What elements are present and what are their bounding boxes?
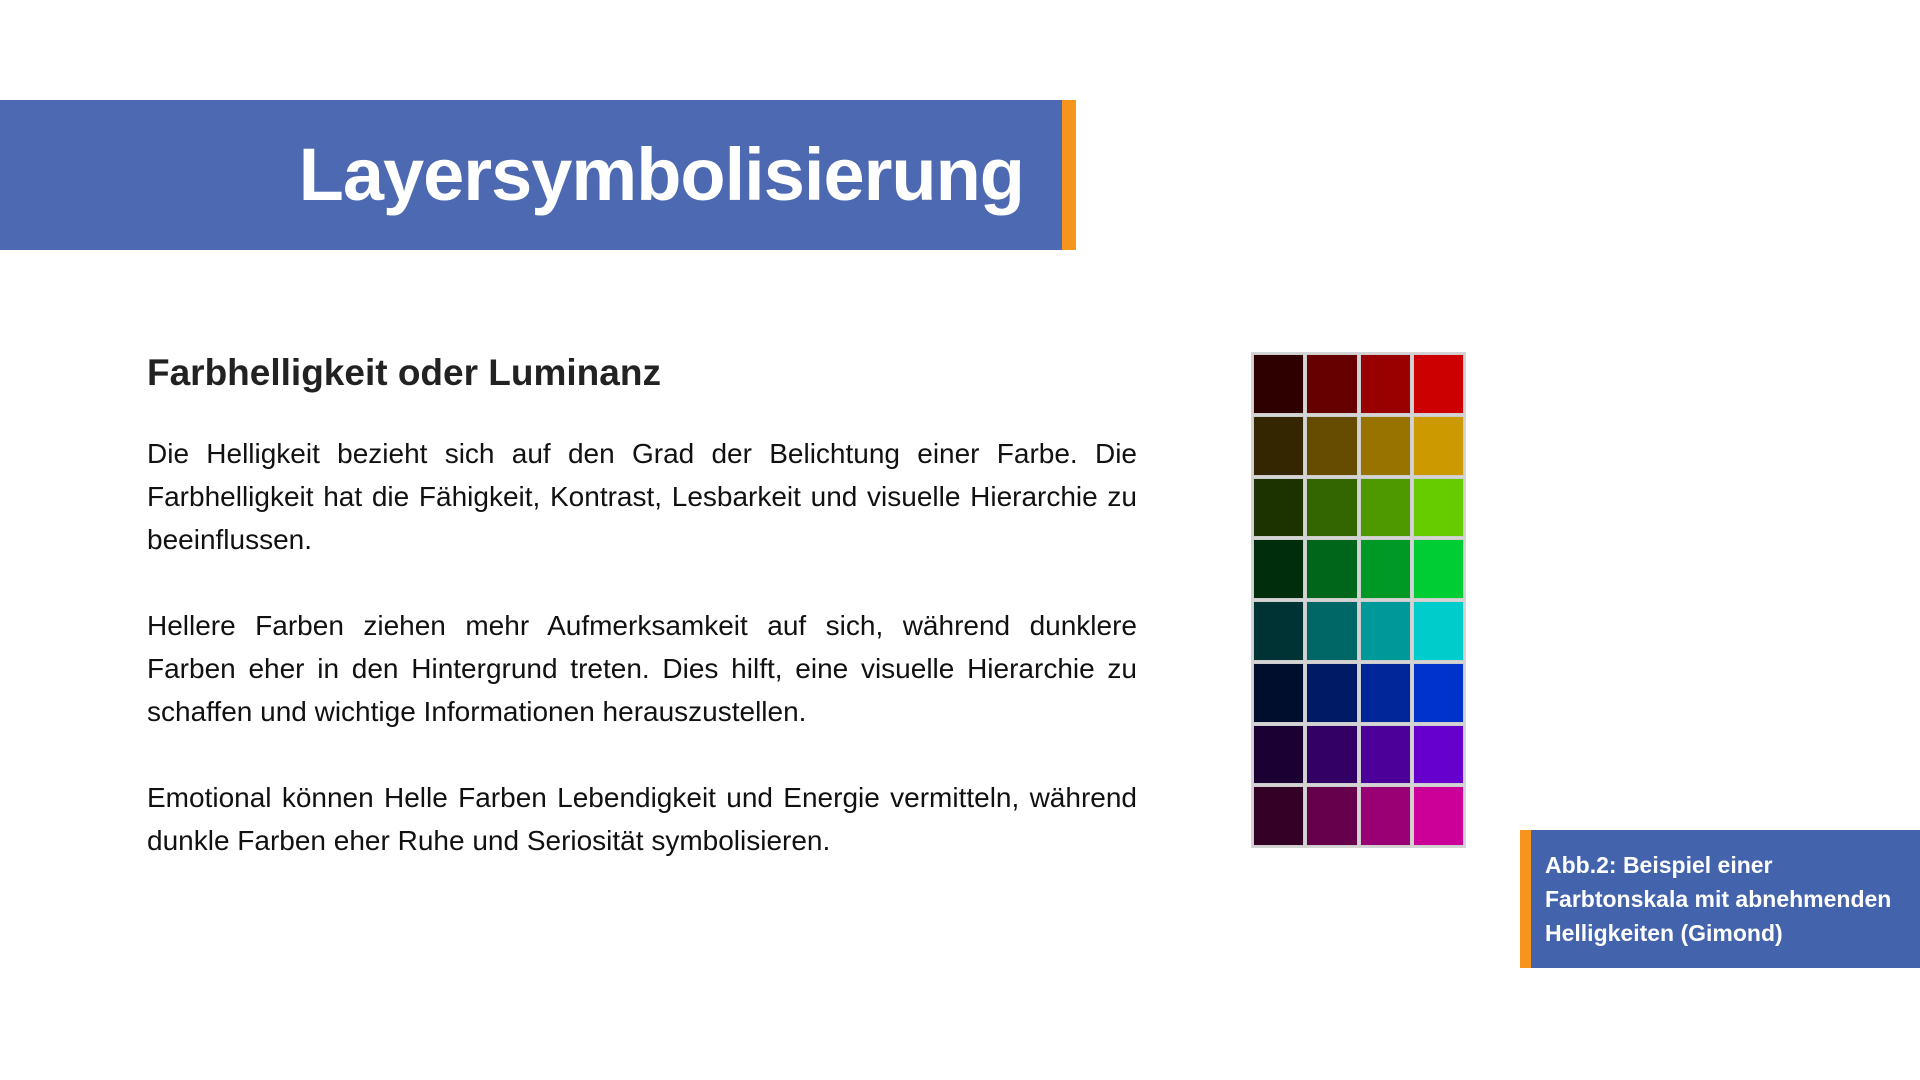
color-swatch — [1306, 354, 1358, 414]
color-swatch — [1412, 477, 1464, 538]
color-swatch — [1306, 539, 1358, 599]
color-swatch — [1412, 724, 1464, 785]
color-swatch — [1306, 477, 1358, 538]
color-swatch — [1359, 786, 1411, 846]
color-swatch — [1306, 786, 1358, 846]
color-swatch — [1359, 724, 1411, 785]
color-swatch — [1253, 724, 1305, 785]
color-swatch — [1359, 415, 1411, 476]
color-swatch — [1412, 415, 1464, 476]
title-banner: Layersymbolisierung — [0, 100, 1076, 250]
paragraph: Die Helligkeit bezieht sich auf den Grad… — [147, 438, 1137, 555]
color-scale-figure — [1251, 352, 1466, 848]
color-swatch — [1412, 786, 1464, 846]
body-text: Die Helligkeit bezieht sich auf den Grad… — [147, 432, 1137, 905]
section-heading: Farbhelligkeit oder Luminanz — [147, 352, 661, 393]
color-swatch — [1253, 354, 1305, 414]
color-swatch — [1412, 601, 1464, 661]
color-swatch — [1253, 415, 1305, 476]
color-swatch — [1412, 354, 1464, 414]
color-swatch — [1359, 477, 1411, 538]
color-swatch — [1253, 477, 1305, 538]
figure-caption: Abb.2: Beispiel einer Farbtonskala mit a… — [1520, 830, 1920, 968]
color-swatch — [1306, 415, 1358, 476]
color-swatch — [1253, 539, 1305, 599]
color-swatch — [1359, 354, 1411, 414]
paragraph: Emotional können Helle Farben Lebendigke… — [147, 782, 1137, 856]
color-swatch — [1412, 662, 1464, 723]
color-swatch — [1253, 601, 1305, 661]
color-swatch — [1306, 601, 1358, 661]
color-swatch — [1253, 786, 1305, 846]
color-swatch — [1359, 601, 1411, 661]
page-title: Layersymbolisierung — [298, 133, 1025, 216]
color-swatch — [1306, 662, 1358, 723]
color-swatch — [1359, 662, 1411, 723]
color-swatch — [1306, 724, 1358, 785]
color-swatch — [1253, 662, 1305, 723]
paragraph: Hellere Farben ziehen mehr Aufmerksamkei… — [147, 610, 1137, 727]
color-swatch — [1359, 539, 1411, 599]
color-swatch — [1412, 539, 1464, 599]
